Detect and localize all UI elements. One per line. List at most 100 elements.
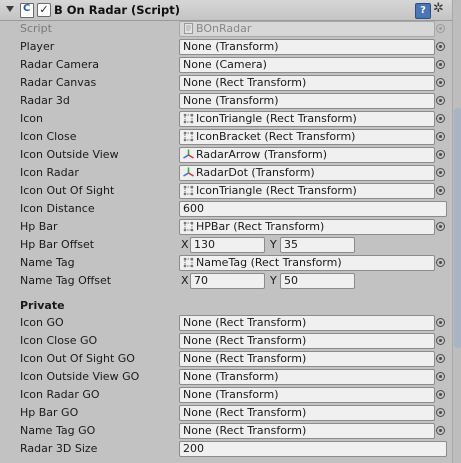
object-picker-icon[interactable] <box>436 150 445 159</box>
object-field[interactable]: IconTriangle (Rect Transform) <box>179 111 435 127</box>
field-row-hp-bar: Hp Bar HPBar (Rect Transform) <box>0 218 452 236</box>
field-value: None (Transform) <box>183 388 279 401</box>
object-picker-icon[interactable] <box>436 42 445 51</box>
vertical-scrollbar[interactable] <box>452 0 461 463</box>
object-field[interactable]: None (Rect Transform) <box>179 351 435 367</box>
scrollbar-thumb[interactable] <box>454 108 461 348</box>
gear-icon[interactable]: ✲ <box>433 1 449 17</box>
field-label: Radar Camera <box>20 58 100 71</box>
field-label: Hp Bar <box>20 220 58 233</box>
object-field[interactable]: None (Rect Transform) <box>179 333 435 349</box>
field-label: Icon Radar <box>20 166 79 179</box>
field-value: 200 <box>183 442 204 455</box>
object-picker-icon[interactable] <box>436 390 445 399</box>
inspector-panel: ✓ B On Radar (Script) ? ✲ Script BOnRadar… <box>0 0 452 463</box>
field-row-name-tag: Name Tag NameTag (Rect Transform) <box>0 254 452 272</box>
object-picker-icon[interactable] <box>436 222 445 231</box>
rect-transform-icon <box>183 113 194 124</box>
object-field[interactable]: RadarDot (Transform) <box>179 165 435 181</box>
field-row-icon-outside-view-go: Icon Outside View GO None (Transform) <box>0 368 452 386</box>
object-picker-icon[interactable] <box>436 168 445 177</box>
object-field[interactable]: None (Transform) <box>179 387 435 403</box>
object-field[interactable]: None (Rect Transform) <box>179 75 435 91</box>
object-picker-icon[interactable] <box>436 114 445 123</box>
rect-transform-icon <box>183 221 194 232</box>
object-picker-icon[interactable] <box>436 318 445 327</box>
field-row-player: Player None (Transform) <box>0 38 452 56</box>
rect-transform-icon <box>183 185 194 196</box>
field-value: BOnRadar <box>196 22 252 35</box>
object-field[interactable]: None (Transform) <box>179 93 435 109</box>
object-field[interactable]: HPBar (Rect Transform) <box>179 219 435 235</box>
component-enabled-checkbox[interactable]: ✓ <box>37 3 51 17</box>
help-icon[interactable]: ? <box>415 3 431 19</box>
field-row-icon-go: Icon GO None (Rect Transform) <box>0 314 452 332</box>
vector-y-label: Y <box>270 238 277 251</box>
component-header[interactable]: ✓ B On Radar (Script) ? ✲ <box>0 0 452 21</box>
object-field[interactable]: None (Camera) <box>179 57 435 73</box>
object-picker-icon[interactable] <box>436 60 445 69</box>
object-picker-icon[interactable] <box>436 408 445 417</box>
foldout-arrow-icon[interactable] <box>6 6 14 12</box>
field-row-script: Script BOnRadar <box>0 20 452 38</box>
object-field[interactable]: None (Rect Transform) <box>179 423 435 439</box>
field-label: Name Tag Offset <box>20 274 112 287</box>
object-field[interactable]: None (Transform) <box>179 369 435 385</box>
field-label: Icon Outside View GO <box>20 370 140 383</box>
object-picker-icon[interactable] <box>436 186 445 195</box>
field-value: RadarArrow (Transform) <box>196 148 328 161</box>
field-row-icon-outside-view: Icon Outside View RadarArrow (Transform) <box>0 146 452 164</box>
field-value: IconBracket (Rect Transform) <box>196 130 356 143</box>
field-value: None (Rect Transform) <box>183 424 307 437</box>
field-value: NameTag (Rect Transform) <box>196 256 342 269</box>
field-label: Radar Canvas <box>20 76 97 89</box>
object-picker-icon[interactable] <box>436 96 445 105</box>
number-input[interactable]: 600 <box>179 201 447 217</box>
vector-y-input[interactable]: 35 <box>280 237 355 253</box>
field-row-icon-out-of-sight: Icon Out Of Sight IconTriangle (Rect Tran… <box>0 182 452 200</box>
field-value: None (Camera) <box>183 58 267 71</box>
vector-x-label: X <box>181 238 189 251</box>
field-label: Hp Bar GO <box>20 406 79 419</box>
field-value: None (Rect Transform) <box>183 76 307 89</box>
field-label: Icon Close <box>20 130 77 143</box>
object-picker-icon[interactable] <box>436 258 445 267</box>
field-value: None (Rect Transform) <box>183 406 307 419</box>
field-label: Name Tag GO <box>20 424 96 437</box>
object-field[interactable]: IconBracket (Rect Transform) <box>179 129 435 145</box>
vector-y-label: Y <box>270 274 277 287</box>
object-picker-icon[interactable] <box>436 132 445 141</box>
rect-transform-icon <box>183 131 194 142</box>
field-label: Icon Radar GO <box>20 388 100 401</box>
field-label: Radar 3d <box>20 94 70 107</box>
object-field[interactable]: None (Rect Transform) <box>179 405 435 421</box>
vector-x-input[interactable]: 130 <box>190 237 265 253</box>
field-value: None (Rect Transform) <box>183 316 307 329</box>
field-value: None (Rect Transform) <box>183 334 307 347</box>
field-row-hp-bar-offset: Hp Bar Offset X 130 Y 35 <box>0 236 452 254</box>
object-picker-icon[interactable] <box>436 336 445 345</box>
object-field[interactable]: RadarArrow (Transform) <box>179 147 435 163</box>
vector-x-input[interactable]: 70 <box>190 273 265 289</box>
number-input[interactable]: 200 <box>179 441 447 457</box>
field-row-radar-3d-size: Radar 3D Size 200 <box>0 440 452 458</box>
transform-icon <box>183 167 194 178</box>
object-picker-icon[interactable] <box>436 372 445 381</box>
object-field[interactable]: None (Transform) <box>179 39 435 55</box>
field-row-radar-canvas: Radar Canvas None (Rect Transform) <box>0 74 452 92</box>
component-title: B On Radar (Script) <box>54 3 180 17</box>
field-value: None (Transform) <box>183 94 279 107</box>
object-field[interactable]: IconTriangle (Rect Transform) <box>179 183 435 199</box>
object-picker-icon[interactable] <box>436 354 445 363</box>
field-row-icon: Icon IconTriangle (Rect Transform) <box>0 110 452 128</box>
private-section-header: Private <box>20 299 65 312</box>
script-file-icon <box>183 23 194 34</box>
vector-y-input[interactable]: 50 <box>280 273 355 289</box>
object-picker-icon[interactable] <box>436 426 445 435</box>
object-field[interactable]: None (Rect Transform) <box>179 315 435 331</box>
vector-x-label: X <box>181 274 189 287</box>
object-picker-icon[interactable] <box>436 78 445 87</box>
field-label: Radar 3D Size <box>20 442 98 455</box>
object-field[interactable]: NameTag (Rect Transform) <box>179 255 435 271</box>
field-row-icon-radar-go: Icon Radar GO None (Transform) <box>0 386 452 404</box>
